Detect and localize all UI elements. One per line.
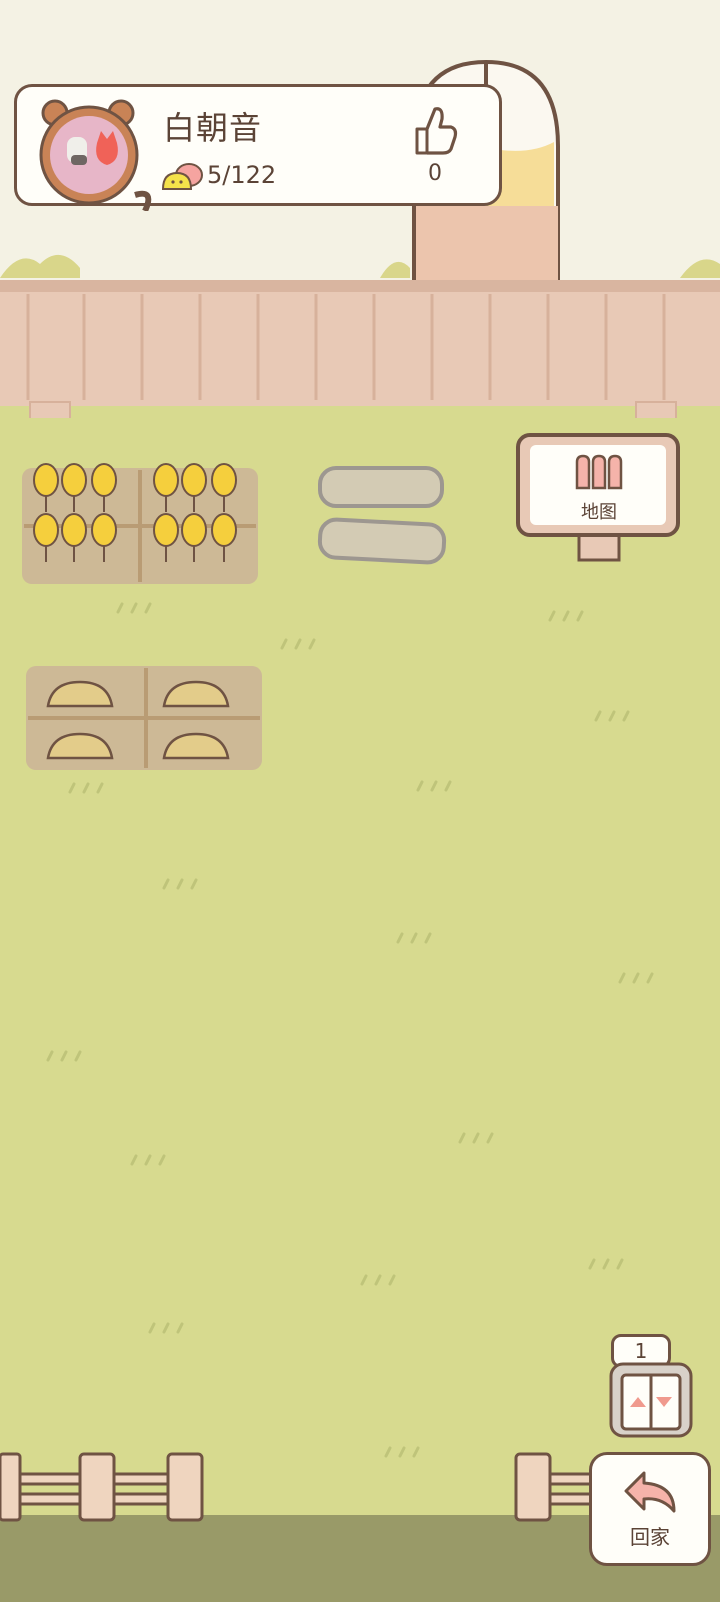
return-icon [624, 1471, 676, 1513]
player-name: 白朝音 [163, 109, 263, 147]
home-label: 回家 [630, 1525, 670, 1549]
wooden-wall [0, 280, 720, 420]
coin-icon [161, 163, 203, 190]
stone-slabs [317, 466, 447, 565]
profile-card[interactable]: 白朝音 5/122 0 [14, 84, 502, 211]
wheat-plot[interactable] [20, 440, 262, 590]
like-icon[interactable] [409, 103, 459, 157]
right-fence [514, 1452, 594, 1522]
left-fence [0, 1452, 204, 1522]
elevator-button[interactable] [608, 1361, 694, 1439]
map-label: 地图 [581, 502, 617, 523]
like-count: 0 [428, 161, 442, 186]
home-button[interactable]: 回家 [589, 1452, 711, 1566]
signpost-board [516, 433, 680, 562]
map-gate-icon [575, 454, 623, 490]
potato-plot[interactable] [24, 664, 266, 774]
avatar[interactable] [37, 99, 155, 211]
map-sign-button[interactable]: 地图 [515, 432, 683, 562]
coin-count: 5/122 [207, 161, 277, 189]
shrub-row [0, 254, 720, 278]
